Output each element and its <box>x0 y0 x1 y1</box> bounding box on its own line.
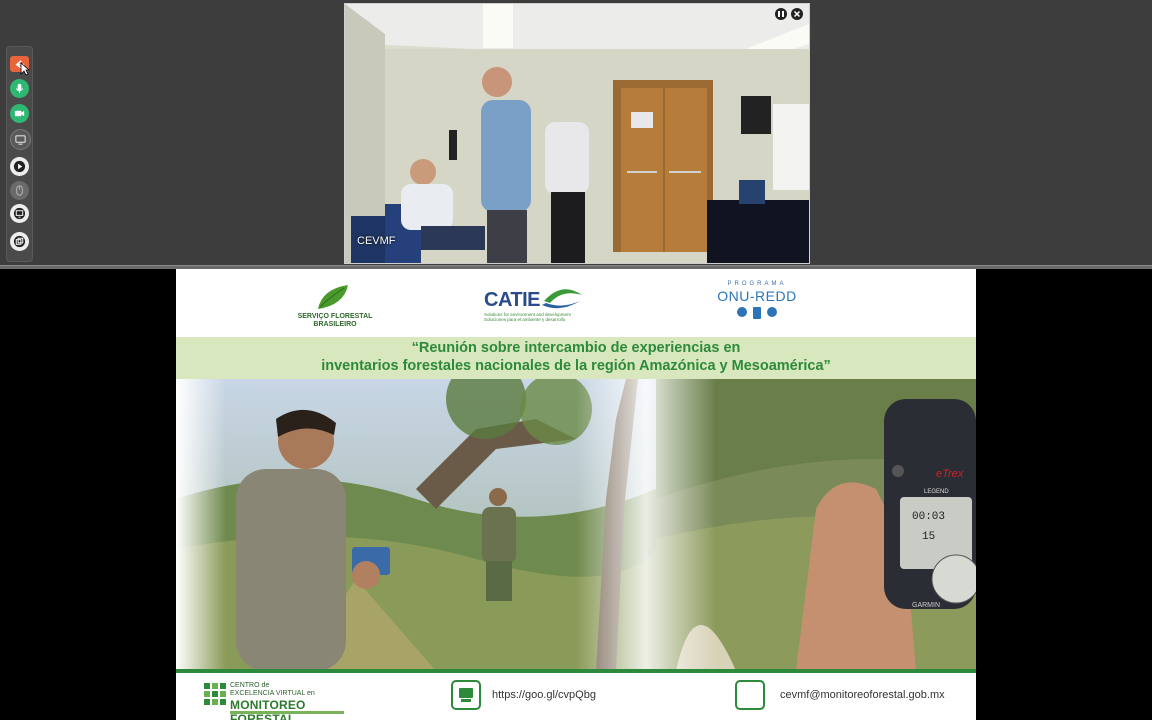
camera-icon <box>14 110 25 117</box>
presentation-icon <box>13 207 26 220</box>
presentation-button[interactable] <box>10 204 29 223</box>
web-icon-box <box>451 680 481 710</box>
catie-logo-subtitle: Solutions for environment and developmen… <box>484 312 574 322</box>
catie-swoosh-icon <box>542 289 582 309</box>
participant-label: CEVMF <box>357 235 396 247</box>
catie-logo-name: CATIE <box>484 289 541 311</box>
onu-program-text: PROGRAMA <box>727 281 787 287</box>
slide-title-line-1: “Reunión sobre intercambio de experienci… <box>411 340 741 356</box>
slide-title-band: “Reunión sobre intercambio de experienci… <box>176 337 976 379</box>
play-icon <box>13 160 26 173</box>
onu-redd-name: ONU-REDD <box>717 288 797 304</box>
mouse-cursor-icon <box>20 62 30 76</box>
video-scene <box>345 4 809 263</box>
cevmf-logo: CENTRO de EXCELENCIA VIRTUAL en MONITORE… <box>204 679 354 720</box>
unep-emblem-icon <box>767 307 777 317</box>
play-button[interactable] <box>10 157 29 176</box>
slide-photo: eTrex LEGEND 00:03 15 GARMIN <box>176 379 976 671</box>
microphone-button[interactable] <box>10 79 29 98</box>
email-icon <box>735 680 765 710</box>
side-toolbar <box>6 46 33 262</box>
partner-logos: SERVIÇO FLORESTAL BRASILEIRO CATIE Solut… <box>176 269 976 337</box>
gps-value-readout: 15 <box>922 531 935 543</box>
gps-model-label: eTrex <box>936 468 964 480</box>
close-icon <box>793 10 801 18</box>
video-feed-window[interactable]: CEVMF <box>344 3 810 264</box>
leaf-icon <box>318 285 348 309</box>
camera-button[interactable] <box>10 104 29 123</box>
screen-share-icon <box>15 135 26 145</box>
windows-button[interactable] <box>10 232 29 251</box>
presentation-slide: SERVIÇO FLORESTAL BRASILEIRO CATIE Solut… <box>176 269 976 720</box>
cevmf-logo-line-1: CENTRO de EXCELENCIA VIRTUAL en <box>230 682 315 698</box>
gps-brand-label: LEGEND <box>924 489 949 495</box>
catie-logo: CATIE Solutions for environment and deve… <box>482 287 592 327</box>
onu-redd-logo: PROGRAMA ONU-REDD <box>712 281 802 331</box>
video-close-button[interactable] <box>791 8 803 20</box>
slide-title-line-2: inventarios forestales nacionales de la … <box>321 358 831 374</box>
cevmf-logo-line-2: MONITOREO FORESTAL <box>230 698 306 720</box>
computer-icon <box>459 688 473 702</box>
grid-logo-icon <box>204 683 226 705</box>
cevmf-logo-underline <box>230 711 344 714</box>
copy-windows-icon <box>13 235 26 248</box>
slide-footer: CENTRO de EXCELENCIA VIRTUAL en MONITORE… <box>176 673 976 720</box>
footer-email-link[interactable]: cevmf@monitoreoforestal.gob.mx <box>780 689 945 701</box>
gps-time-readout: 00:03 <box>912 511 945 523</box>
sfb-logo-text: SERVIÇO FLORESTAL BRASILEIRO <box>297 313 373 328</box>
footer-url-link[interactable]: https://goo.gl/cvpQbg <box>492 689 596 701</box>
agency-emblems <box>712 307 802 319</box>
microphone-icon <box>15 83 24 94</box>
sfb-logo: SERVIÇO FLORESTAL BRASILEIRO <box>290 283 380 333</box>
pause-icon <box>778 11 784 17</box>
screen-share-button[interactable] <box>10 129 31 150</box>
video-pause-button[interactable] <box>775 8 787 20</box>
cevmf-line-excelencia: EXCELENCIA VIRTUAL en <box>230 690 315 697</box>
fao-emblem-icon <box>737 307 747 317</box>
mouse-icon <box>16 185 23 196</box>
gps-maker-label: GARMIN <box>912 602 940 609</box>
cevmf-line-centro: CENTRO de <box>230 682 270 689</box>
mouse-control-button[interactable] <box>10 181 29 200</box>
forest-field-photo: eTrex LEGEND 00:03 15 GARMIN <box>176 379 976 671</box>
undp-emblem-icon <box>753 307 761 319</box>
